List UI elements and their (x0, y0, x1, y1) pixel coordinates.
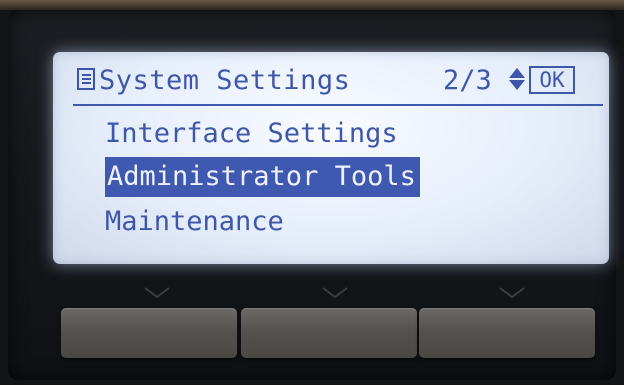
ok-indicator: OK (529, 66, 575, 94)
chevron-down-icon (498, 286, 526, 300)
header-divider (73, 104, 603, 106)
lcd-display: System Settings 2/3 OK Interface Setting… (53, 52, 609, 264)
menu-icon-line (82, 82, 91, 84)
top-edge (0, 0, 624, 10)
screen-title: System Settings (99, 65, 351, 96)
chevron-down-icon (321, 286, 349, 300)
menu-item-maintenance[interactable]: Maintenance (105, 202, 284, 242)
chevron-down-icon (143, 286, 171, 300)
soft-key-left[interactable] (61, 308, 237, 358)
menu-icon-line (82, 74, 91, 76)
lcd-header: System Settings 2/3 OK (75, 60, 605, 102)
menu-icon-line (82, 78, 91, 80)
up-down-arrows-icon (509, 68, 525, 94)
soft-key-right[interactable] (419, 308, 595, 358)
soft-key-center[interactable] (241, 308, 417, 358)
menu-item-administrator-tools[interactable]: Administrator Tools (105, 157, 420, 197)
down-arrow-icon (509, 80, 525, 90)
up-arrow-icon (509, 68, 525, 78)
menu-icon (77, 68, 95, 90)
page-indicator: 2/3 (443, 65, 492, 96)
menu-item-interface-settings[interactable]: Interface Settings (105, 114, 398, 154)
